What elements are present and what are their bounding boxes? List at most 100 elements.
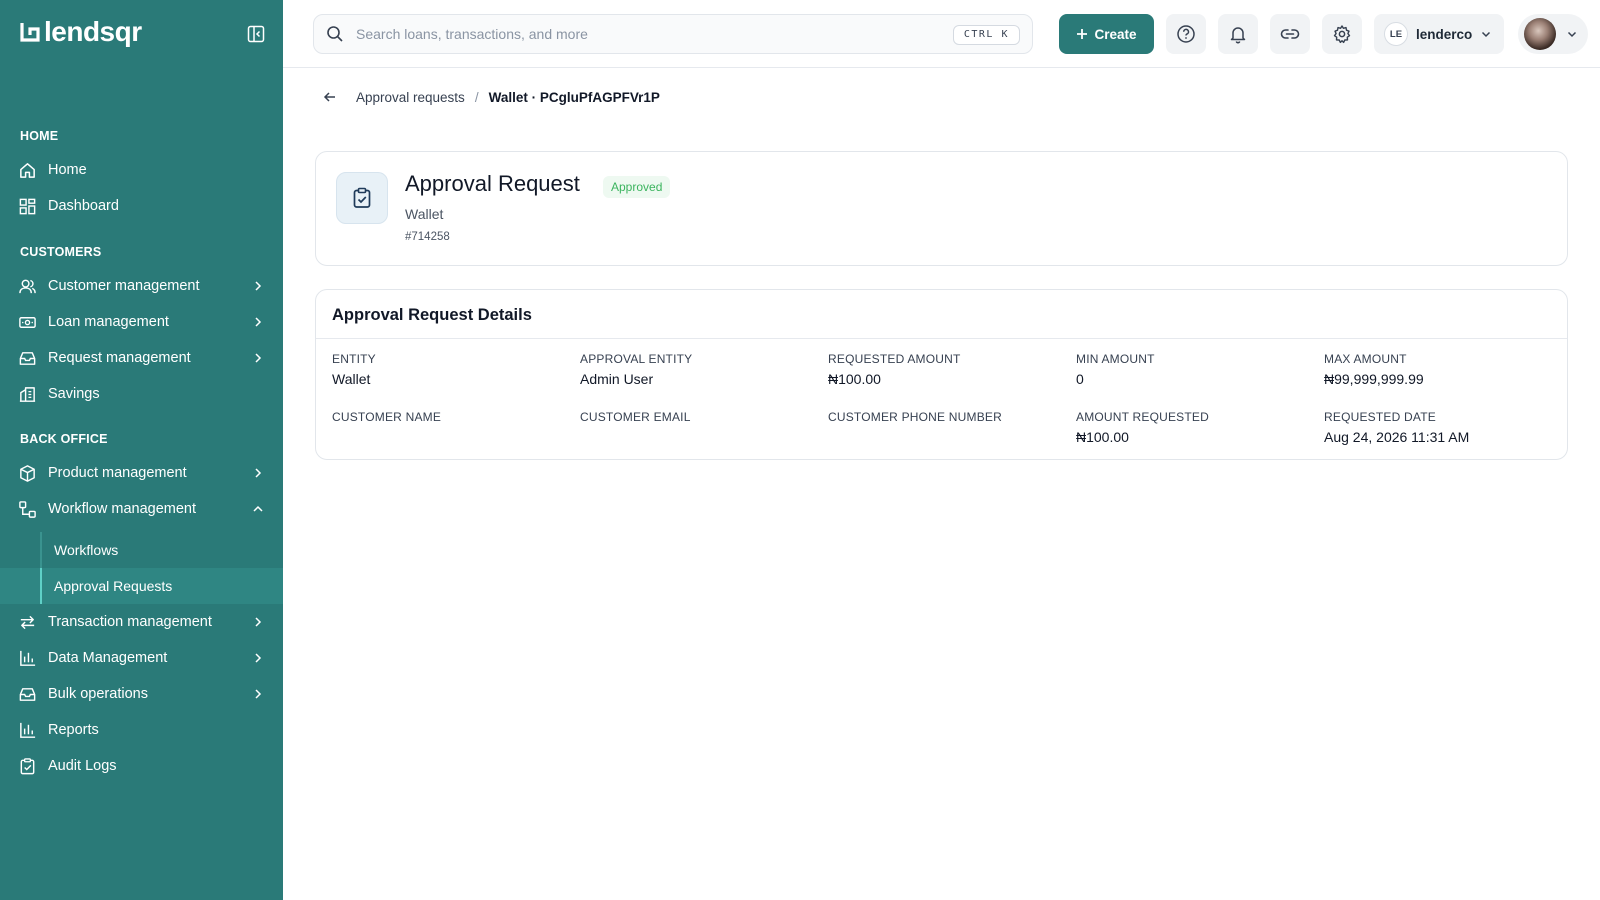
active-indicator xyxy=(40,568,42,604)
sidebar-item-customer-management[interactable]: Customer management xyxy=(0,268,283,304)
bell-icon xyxy=(1230,27,1246,44)
field-label: AMOUNT REQUESTED xyxy=(1076,410,1209,424)
back-arrow-icon[interactable] xyxy=(322,89,338,105)
sidebar-item-dashboard[interactable]: Dashboard xyxy=(0,188,283,224)
logo-text: lendsqr xyxy=(44,16,142,47)
detail-field-requested-amount: REQUESTED AMOUNT ₦100.00 xyxy=(828,352,1068,387)
divider xyxy=(316,338,1567,339)
chevron-right-icon xyxy=(255,317,262,327)
home-icon xyxy=(17,160,37,180)
request-details-card: Approval Request Details ENTITY Wallet A… xyxy=(315,289,1568,460)
bar-chart-icon xyxy=(17,648,37,668)
detail-field-customer-phone: CUSTOMER PHONE NUMBER xyxy=(828,410,1068,429)
sidebar-item-product-management[interactable]: Product management xyxy=(0,455,283,491)
sidebar: lendsqr HOME Home Dashboard CUSTOMERS Cu… xyxy=(0,0,283,900)
gear-icon xyxy=(1333,25,1351,44)
search-input[interactable] xyxy=(356,26,916,42)
account-switcher[interactable]: LE lenderco xyxy=(1374,14,1504,54)
sidebar-item-label: Data Management xyxy=(48,650,168,666)
detail-field-requested-date: REQUESTED DATE Aug 24, 2026 11:31 AM xyxy=(1324,410,1564,445)
field-label: APPROVAL ENTITY xyxy=(580,352,693,366)
workflow-icon xyxy=(17,499,37,519)
sidebar-item-label: Request management xyxy=(48,350,191,366)
chevron-right-icon xyxy=(255,617,262,627)
search-bar[interactable]: CTRL K xyxy=(313,14,1033,54)
field-value: ₦100.00 xyxy=(828,371,881,387)
breadcrumb-parent-link[interactable]: Approval requests xyxy=(356,90,465,105)
sidebar-item-data-management[interactable]: Data Management xyxy=(0,640,283,676)
avatar xyxy=(1524,18,1556,50)
clipboard-check-icon xyxy=(17,756,37,776)
sidebar-subitem-workflows[interactable]: Workflows xyxy=(0,532,283,568)
field-label: CUSTOMER NAME xyxy=(332,410,442,424)
inbox-icon xyxy=(17,684,37,704)
sidebar-item-reports[interactable]: Reports xyxy=(0,712,283,748)
money-icon xyxy=(17,312,37,332)
request-icon-tile xyxy=(336,172,388,224)
user-initials-avatar: LE xyxy=(1384,22,1408,46)
sidebar-item-loan-management[interactable]: Loan management xyxy=(0,304,283,340)
transfer-arrows-icon xyxy=(17,612,37,632)
logo[interactable]: lendsqr xyxy=(20,16,142,48)
page-title: Approval Request xyxy=(405,171,580,196)
breadcrumb-current: Wallet · PCgluPfAGPFVr1P xyxy=(488,89,660,105)
collapse-sidebar-icon[interactable] xyxy=(247,25,265,43)
settings-button[interactable] xyxy=(1322,14,1362,54)
detail-field-max-amount: MAX AMOUNT ₦99,999,999.99 xyxy=(1324,352,1564,387)
help-circle-icon xyxy=(1177,25,1195,43)
sidebar-item-savings[interactable]: Savings xyxy=(0,376,283,412)
field-value: Admin User xyxy=(580,371,654,387)
sidebar-item-label: Audit Logs xyxy=(48,758,117,774)
field-value: ₦99,999,999.99 xyxy=(1324,371,1424,387)
field-value: Aug 24, 2026 11:31 AM xyxy=(1324,429,1470,445)
link-button[interactable] xyxy=(1270,14,1310,54)
field-value: Wallet xyxy=(332,371,371,387)
sidebar-item-label: Dashboard xyxy=(48,198,119,214)
chevron-down-icon xyxy=(1567,31,1577,38)
clipboard-check-icon xyxy=(353,187,371,208)
create-button-label: Create xyxy=(1094,26,1137,42)
notifications-button[interactable] xyxy=(1218,14,1258,54)
sidebar-item-home[interactable]: Home xyxy=(0,152,283,188)
chevron-right-icon xyxy=(255,689,262,699)
field-label: MAX AMOUNT xyxy=(1324,352,1407,366)
users-icon xyxy=(17,276,37,296)
section-title: Approval Request Details xyxy=(332,306,532,324)
create-button[interactable]: Create xyxy=(1059,14,1154,54)
sidebar-item-label: Approval Requests xyxy=(54,578,173,594)
keyboard-shortcut-badge: CTRL K xyxy=(952,25,1020,45)
chevron-right-icon xyxy=(255,353,262,363)
field-label: ENTITY xyxy=(332,352,376,366)
sidebar-item-label: Workflows xyxy=(54,542,119,558)
dashboard-icon xyxy=(17,196,37,216)
search-icon xyxy=(327,26,343,42)
status-badge: Approved xyxy=(603,176,671,198)
field-label: REQUESTED DATE xyxy=(1324,410,1436,424)
field-label: REQUESTED AMOUNT xyxy=(828,352,961,366)
field-label: CUSTOMER PHONE NUMBER xyxy=(828,410,1002,424)
sidebar-item-label: Loan management xyxy=(48,314,169,330)
sidebar-subitem-approval-requests[interactable]: Approval Requests xyxy=(0,568,283,604)
sidebar-item-request-management[interactable]: Request management xyxy=(0,340,283,376)
section-title-back-office: BACK OFFICE xyxy=(20,432,108,446)
detail-field-min-amount: MIN AMOUNT 0 xyxy=(1076,352,1316,387)
sidebar-item-label: Bulk operations xyxy=(48,686,148,702)
sidebar-item-workflow-management[interactable]: Workflow management xyxy=(0,491,283,527)
detail-field-customer-name: CUSTOMER NAME xyxy=(332,410,572,429)
detail-field-amount-requested: AMOUNT REQUESTED ₦100.00 xyxy=(1076,410,1316,445)
sidebar-item-transaction-management[interactable]: Transaction management xyxy=(0,604,283,640)
breadcrumb-separator: / xyxy=(474,89,479,105)
request-id: #714258 xyxy=(405,231,450,243)
sidebar-item-label: Product management xyxy=(48,465,187,481)
detail-field-customer-email: CUSTOMER EMAIL xyxy=(580,410,820,429)
chevron-right-icon xyxy=(255,468,262,478)
sidebar-item-bulk-operations[interactable]: Bulk operations xyxy=(0,676,283,712)
help-button[interactable] xyxy=(1166,14,1206,54)
box-icon xyxy=(17,463,37,483)
sidebar-item-audit-logs[interactable]: Audit Logs xyxy=(0,748,283,784)
breadcrumb: Approval requests / Wallet · PCgluPfAGPF… xyxy=(322,89,660,105)
profile-menu-button[interactable] xyxy=(1518,14,1588,54)
building-icon xyxy=(17,384,37,404)
chevron-down-icon xyxy=(1482,31,1491,38)
plus-icon xyxy=(1077,29,1088,39)
